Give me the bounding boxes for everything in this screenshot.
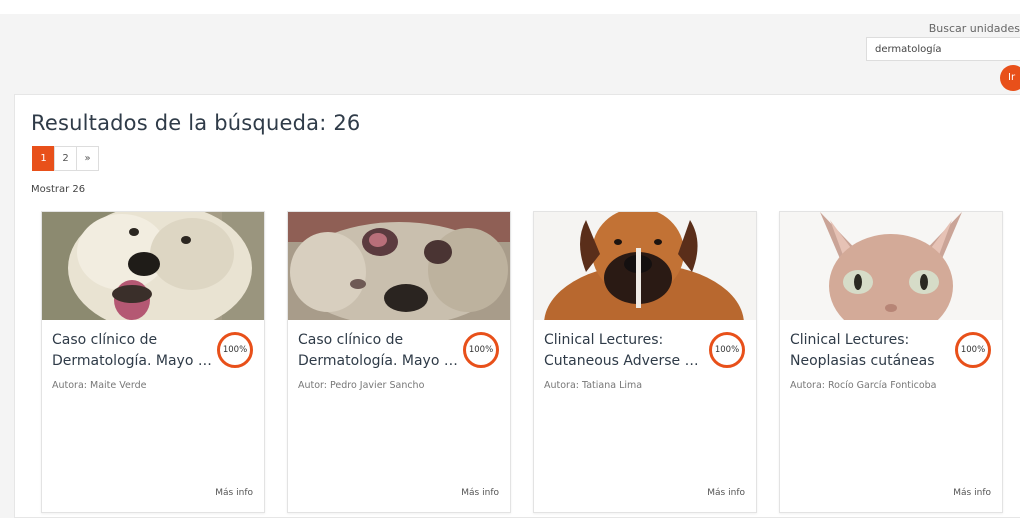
pagination: 1 2 » (32, 146, 99, 171)
progress-ring: 100% (217, 332, 253, 368)
course-card[interactable]: Caso clínico de Dermatología. Mayo 2021 … (287, 211, 511, 513)
card-title[interactable]: Caso clínico de Dermatología. Mayo 2021 (298, 330, 460, 372)
top-bar (0, 0, 1020, 14)
results-panel: Resultados de la búsqueda: 26 1 2 » Most… (14, 94, 1020, 518)
page-2-button[interactable]: 2 (54, 146, 77, 171)
course-card[interactable]: Clinical Lectures: Cutaneous Adverse Foo… (533, 211, 757, 513)
more-info-link[interactable]: Más info (461, 488, 499, 498)
card-image-dog-lesions[interactable] (288, 212, 510, 320)
more-info-link[interactable]: Más info (215, 488, 253, 498)
page-title: Resultados de la búsqueda: 26 (31, 111, 361, 135)
card-author: Autora: Tatiana Lima (544, 380, 643, 391)
search-label: Buscar unidades (928, 22, 1020, 35)
search-input[interactable] (866, 37, 1020, 61)
course-card[interactable]: Caso clínico de Dermatología. Mayo 2021 … (41, 211, 265, 513)
search-area: Buscar unidades Ir (850, 20, 1020, 91)
card-image-white-dog[interactable] (42, 212, 264, 320)
progress-ring: 100% (955, 332, 991, 368)
more-info-link[interactable]: Más info (953, 488, 991, 498)
card-image-sphynx-cat[interactable] (780, 212, 1002, 320)
card-title[interactable]: Caso clínico de Dermatología. Mayo 2021 (52, 330, 214, 372)
progress-ring: 100% (463, 332, 499, 368)
progress-ring: 100% (709, 332, 745, 368)
search-go-button[interactable]: Ir (1000, 65, 1020, 91)
card-title[interactable]: Clinical Lectures: Cutaneous Adverse Foo… (544, 330, 706, 372)
card-author: Autora: Rocío García Fonticoba (790, 380, 937, 391)
card-author: Autor: Pedro Javier Sancho (298, 380, 425, 391)
page-1-button[interactable]: 1 (32, 146, 55, 171)
card-author: Autora: Maite Verde (52, 380, 147, 391)
more-info-link[interactable]: Más info (707, 488, 745, 498)
next-page-button[interactable]: » (76, 146, 99, 171)
course-card[interactable]: Clinical Lectures: Neoplasias cutáneas 1… (779, 211, 1003, 513)
show-count: Mostrar 26 (31, 184, 86, 195)
card-title[interactable]: Clinical Lectures: Neoplasias cutáneas (790, 330, 952, 372)
card-image-boxer[interactable] (534, 212, 756, 320)
